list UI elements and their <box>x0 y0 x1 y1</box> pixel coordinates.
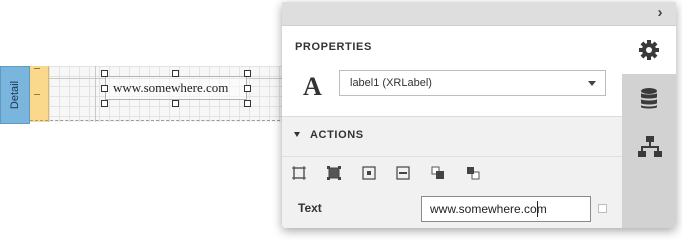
fit-text-to-bounds-icon <box>327 166 341 180</box>
properties-panel: › PROPERTIES A label1 (XRLabel) ACTIONS <box>282 2 676 228</box>
side-tab-strip <box>622 26 676 228</box>
actions-header[interactable]: ACTIONS <box>282 117 622 157</box>
align-to-grid-button[interactable] <box>360 164 378 182</box>
resize-handle[interactable] <box>172 100 179 107</box>
resize-handle[interactable] <box>101 70 108 77</box>
resize-handle[interactable] <box>101 85 108 92</box>
text-property-label: Text <box>298 201 322 215</box>
chevron-right-icon[interactable]: › <box>652 5 668 21</box>
send-to-back-button[interactable] <box>429 164 447 182</box>
tab-properties[interactable] <box>622 26 676 74</box>
property-marker-checkbox[interactable] <box>598 204 607 213</box>
resize-handle[interactable] <box>244 85 251 92</box>
fit-bounds-to-text-button[interactable] <box>290 164 308 182</box>
align-to-grid-icon <box>362 166 376 180</box>
fit-bounds-to-text-icon <box>292 166 306 180</box>
chevron-down-icon[interactable] <box>588 81 596 86</box>
detail-band-tab[interactable]: Detail <box>0 66 30 124</box>
label-component-icon: A <box>303 72 322 101</box>
fit-text-to-bounds-button[interactable] <box>325 164 343 182</box>
gear-icon <box>639 40 659 60</box>
label-text: www.somewhere.com <box>113 80 229 95</box>
text-property-input[interactable] <box>421 196 591 222</box>
panel-title-bar: › <box>282 2 676 26</box>
ruler-tick <box>34 68 40 69</box>
resize-handle[interactable] <box>101 100 108 107</box>
actions-heading: ACTIONS <box>310 129 364 141</box>
band-label: Detail <box>9 80 21 110</box>
properties-heading: PROPERTIES <box>295 41 372 53</box>
database-icon <box>641 88 657 109</box>
ruler-tick <box>34 94 40 95</box>
resize-handle[interactable] <box>244 100 251 107</box>
tab-report-explorer[interactable] <box>622 122 676 170</box>
size-to-grid-icon <box>396 166 410 180</box>
component-selector[interactable]: label1 (XRLabel) <box>339 70 606 96</box>
actions-section: ACTIONS Text www.somewhere.com <box>282 116 622 228</box>
bring-to-front-icon <box>467 167 480 180</box>
send-to-back-icon <box>431 166 444 179</box>
band-bottom-edge[interactable] <box>30 120 280 121</box>
text-caret <box>537 201 538 217</box>
hierarchy-icon <box>638 136 662 157</box>
resize-handle[interactable] <box>244 70 251 77</box>
xrlabel-control[interactable]: www.somewhere.com <box>105 76 247 100</box>
snap-guide <box>95 66 96 122</box>
resize-handle[interactable] <box>172 70 179 77</box>
selected-component: label1 (XRLabel) <box>350 77 432 89</box>
collapse-arrow-icon[interactable] <box>294 132 300 137</box>
band-ruler <box>30 66 49 122</box>
tab-data-source[interactable] <box>622 74 676 122</box>
bring-to-front-button[interactable] <box>464 164 482 182</box>
size-to-grid-button[interactable] <box>394 164 412 182</box>
